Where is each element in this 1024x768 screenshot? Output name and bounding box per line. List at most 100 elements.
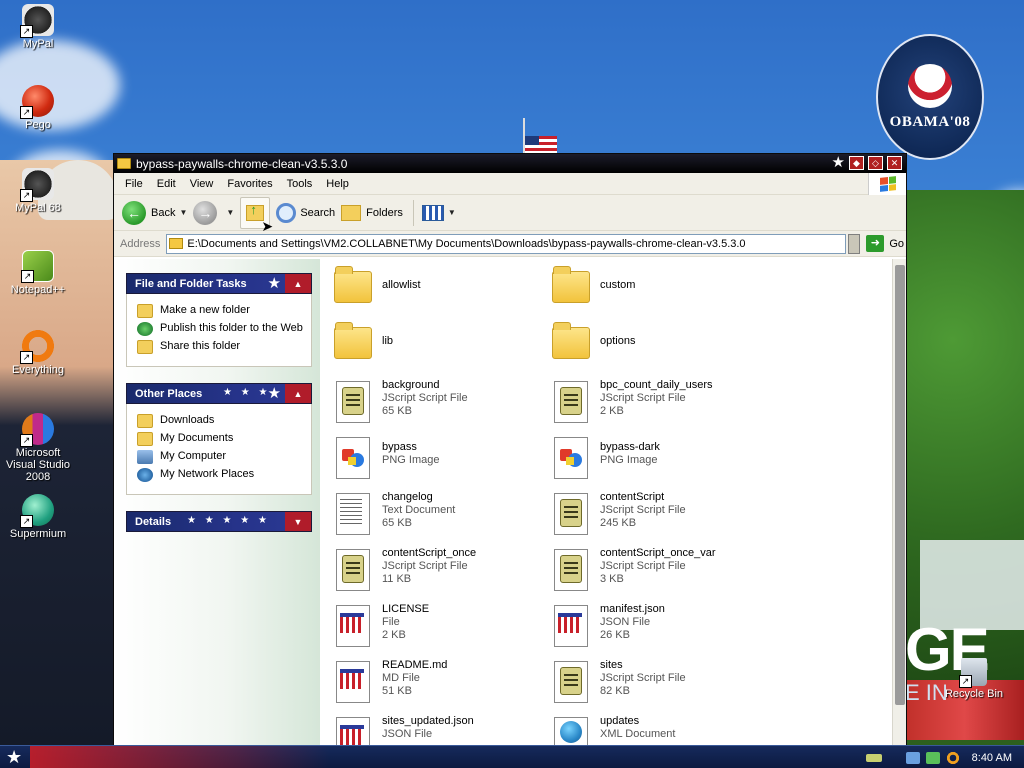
- file-size: 245 KB: [600, 517, 637, 529]
- expand-button[interactable]: ▼: [285, 512, 311, 531]
- file-item[interactable]: sites JScript Script File 82 KB: [552, 659, 762, 711]
- make-new-folder-link[interactable]: Make a new folder: [137, 304, 303, 318]
- desktop-icon-label: Notepad++: [10, 284, 66, 296]
- file-type: PNG Image: [382, 454, 440, 466]
- place-downloads[interactable]: Downloads: [137, 414, 303, 428]
- file-tasks-header[interactable]: File and Folder Tasks ★ ▲: [126, 273, 312, 294]
- file-type: PNG Image: [600, 454, 658, 466]
- menu-help[interactable]: Help: [319, 178, 356, 190]
- menu-file[interactable]: File: [118, 178, 150, 190]
- file-item[interactable]: custom: [552, 266, 762, 319]
- desktop-icon-label: Everything: [12, 364, 64, 376]
- address-dropdown[interactable]: [848, 233, 861, 254]
- desktop-icon-supermium[interactable]: Supermium: [0, 494, 76, 540]
- file-item[interactable]: options: [552, 322, 762, 375]
- obama-logo: OBAMA'08: [876, 34, 984, 160]
- file-item[interactable]: allowlist: [334, 266, 544, 319]
- publish-web-icon: [137, 322, 153, 336]
- menu-tools[interactable]: Tools: [280, 178, 320, 190]
- search-button[interactable]: Search: [276, 202, 335, 223]
- close-button[interactable]: ✕: [887, 156, 902, 170]
- file-item[interactable]: bypass PNG Image: [334, 435, 544, 487]
- everything-tray-icon[interactable]: [945, 751, 960, 764]
- file-item[interactable]: updates XML Document: [552, 715, 762, 745]
- folder-icon: [137, 414, 153, 428]
- menu-favorites[interactable]: Favorites: [220, 178, 279, 190]
- task-label: Make a new folder: [160, 304, 250, 316]
- jscript-file-icon: [334, 547, 374, 595]
- details-title: Details: [135, 515, 172, 528]
- jscript-file-icon: [552, 547, 592, 595]
- views-button[interactable]: ▼: [421, 204, 456, 221]
- title-bar[interactable]: bypass-paywalls-chrome-clean-v3.5.3.0 ★ …: [114, 154, 906, 173]
- pego-icon: [20, 85, 54, 119]
- folder-icon: [334, 266, 374, 305]
- file-size: 26 KB: [600, 629, 630, 641]
- file-item[interactable]: manifest.json JSON File 26 KB: [552, 603, 762, 655]
- desktop-icon-mypal[interactable]: MyPal: [0, 4, 76, 50]
- network-tray-icon[interactable]: [905, 751, 920, 764]
- up-folder-button[interactable]: ↑ ➤: [240, 196, 273, 234]
- keyboard-icon[interactable]: [865, 753, 882, 762]
- file-type: File: [382, 616, 400, 628]
- file-name: sites: [600, 659, 623, 671]
- collapse-button[interactable]: ▲: [285, 274, 311, 293]
- desktop-icon-everything[interactable]: Everything: [0, 330, 76, 376]
- collapse-button[interactable]: ▲: [285, 384, 311, 403]
- maximize-button[interactable]: ◇: [868, 156, 883, 170]
- new-folder-icon: [137, 304, 153, 318]
- file-item[interactable]: lib: [334, 322, 544, 375]
- file-item[interactable]: bypass-dark PNG Image: [552, 435, 762, 487]
- go-button[interactable]: ➜ Go: [866, 235, 904, 252]
- json-file-icon: [334, 715, 374, 745]
- folders-icon: [341, 204, 362, 221]
- file-item[interactable]: contentScript_once JScript Script File 11 …: [334, 547, 544, 599]
- file-list: allowlist custom lib options background J…: [320, 259, 906, 745]
- file-name: LICENSE: [382, 603, 430, 615]
- file-item[interactable]: LICENSE File 2 KB: [334, 603, 544, 655]
- forward-button[interactable]: → ▼: [193, 200, 234, 225]
- menu-view[interactable]: View: [183, 178, 221, 190]
- file-item[interactable]: README.md MD File 51 KB: [334, 659, 544, 711]
- file-item[interactable]: background JScript Script File 65 KB: [334, 379, 544, 431]
- desktop-icon-recycle-bin[interactable]: Recycle Bin: [936, 658, 1012, 700]
- vertical-scrollbar[interactable]: [892, 259, 906, 745]
- star-icon: ★: [831, 154, 845, 171]
- minimize-button[interactable]: ◆: [849, 156, 864, 170]
- address-field[interactable]: E:\Documents and Settings\VM2.COLLABNET\…: [166, 233, 847, 254]
- other-places-header[interactable]: Other Places ★ ★ ★ ★ ▲: [126, 383, 312, 404]
- desktop-icon-label: Microsoft Visual Studio 2008: [5, 447, 70, 483]
- dropdown-arrow-icon[interactable]: ▼: [179, 208, 187, 217]
- back-button[interactable]: ← Back ▼: [122, 200, 187, 225]
- file-item[interactable]: contentScript JScript Script File 245 KB: [552, 491, 762, 543]
- clock[interactable]: 8:40 AM: [972, 752, 1012, 764]
- desktop-icon-mypal68[interactable]: MyPal 68: [0, 168, 76, 214]
- share-folder-link[interactable]: Share this folder: [137, 340, 303, 354]
- menu-bar: File Edit View Favorites Tools Help: [114, 173, 906, 195]
- file-name: allowlist: [382, 279, 421, 291]
- file-item[interactable]: sites_updated.json JSON File: [334, 715, 544, 745]
- desktop-icon-pego[interactable]: Pego: [0, 85, 76, 131]
- safely-remove-icon[interactable]: [925, 751, 940, 764]
- file-item[interactable]: changelog Text Document 65 KB: [334, 491, 544, 543]
- details-header[interactable]: Details ★ ★ ★ ★ ★ ▼: [126, 511, 312, 532]
- place-my-network[interactable]: My Network Places: [137, 468, 303, 482]
- file-name: contentScript: [600, 491, 665, 503]
- dropdown-arrow-icon[interactable]: ▼: [226, 208, 234, 217]
- menu-edit[interactable]: Edit: [150, 178, 183, 190]
- desktop-icon-label: Pego: [25, 119, 51, 131]
- place-my-documents[interactable]: My Documents: [137, 432, 303, 446]
- file-name: background: [382, 379, 440, 391]
- desktop-icon-notepadpp[interactable]: Notepad++: [0, 250, 76, 296]
- scrollbar-thumb[interactable]: [895, 265, 905, 705]
- file-item[interactable]: contentScript_once_var JScript Script Fil…: [552, 547, 762, 599]
- folders-button[interactable]: Folders: [341, 204, 403, 221]
- file-item[interactable]: bpc_count_daily_users JScript Script File…: [552, 379, 762, 431]
- start-button[interactable]: ★: [6, 747, 22, 767]
- place-my-computer[interactable]: My Computer: [137, 450, 303, 464]
- publish-folder-link[interactable]: Publish this folder to the Web: [137, 322, 303, 336]
- desktop-icon-visual-studio[interactable]: Microsoft Visual Studio 2008: [0, 413, 76, 483]
- xml-document-icon: [552, 715, 592, 745]
- raccoon-icon: [20, 168, 54, 202]
- mouse-cursor-icon: ➤: [261, 217, 274, 234]
